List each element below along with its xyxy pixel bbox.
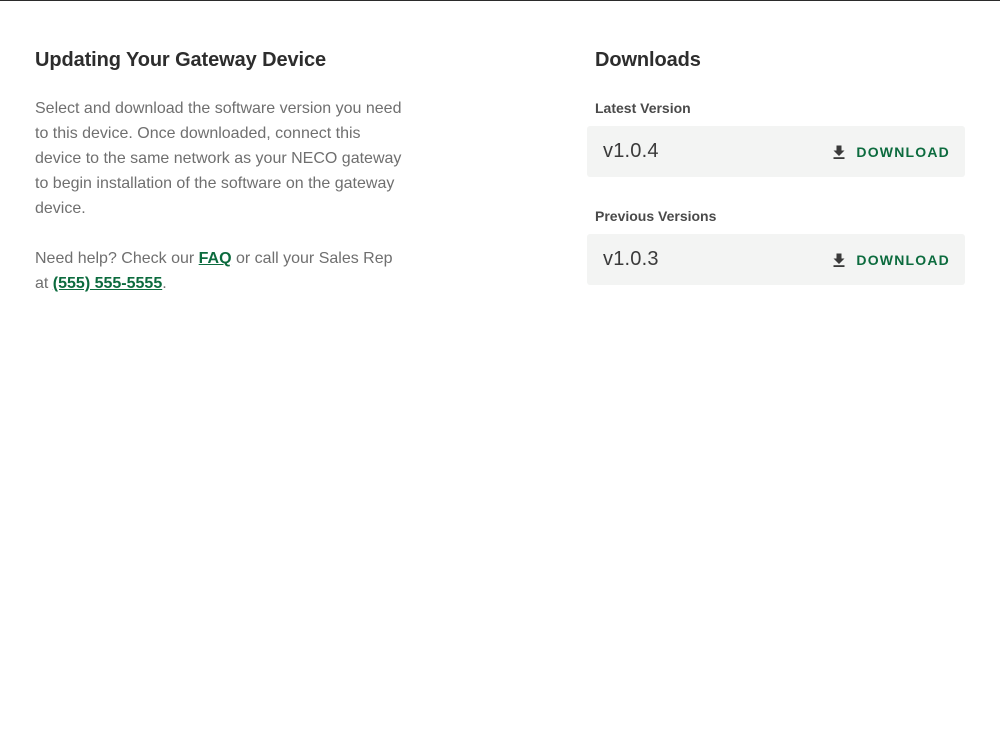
previous-download-button[interactable]: DOWNLOAD (832, 252, 950, 268)
help-suffix: . (162, 275, 167, 292)
faq-link[interactable]: FAQ (199, 250, 232, 267)
downloads-panel: Downloads Latest Version v1.0.4 DOWNLOAD… (587, 46, 965, 285)
version-label: v1.0.4 (603, 140, 659, 162)
phone-link[interactable]: (555) 555-5555 (53, 275, 162, 292)
intro-text: Select and download the software version… (35, 100, 402, 217)
download-button-label: DOWNLOAD (856, 251, 950, 268)
update-info-panel: Updating Your Gateway Device Select and … (35, 46, 405, 296)
downloads-title: Downloads (595, 49, 701, 71)
download-icon (832, 144, 846, 160)
help-prefix: Need help? Check our (35, 250, 199, 267)
latest-version-label: Latest Version (595, 100, 691, 116)
download-button-label: DOWNLOAD (856, 143, 950, 160)
latest-version-row: v1.0.4 DOWNLOAD (587, 126, 965, 177)
latest-download-button[interactable]: DOWNLOAD (832, 144, 950, 160)
previous-versions-label: Previous Versions (595, 208, 717, 224)
download-icon (832, 252, 846, 268)
help-text: Need help? Check our FAQ or call your Sa… (35, 246, 405, 296)
previous-version-row: v1.0.3 DOWNLOAD (587, 234, 965, 285)
page-title: Updating Your Gateway Device (35, 49, 326, 71)
top-divider (0, 0, 1000, 1)
version-label: v1.0.3 (603, 248, 659, 270)
